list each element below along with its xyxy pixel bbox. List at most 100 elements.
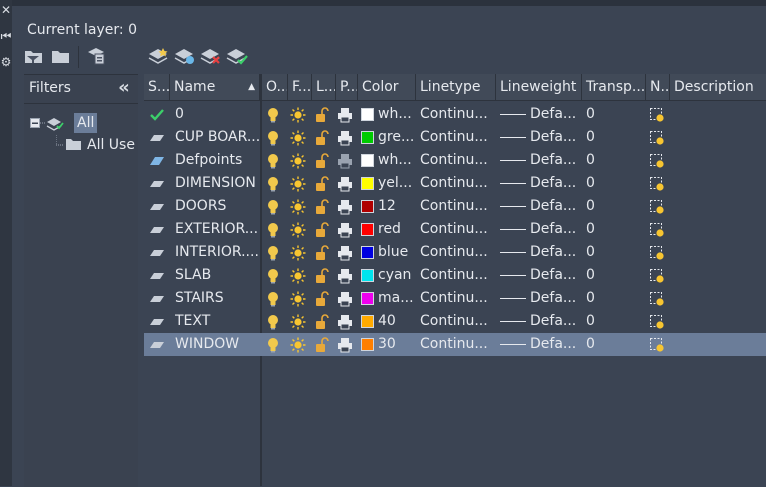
table-row[interactable]: INTERIOR.... blue Continu... Defa... 0 <box>144 241 766 264</box>
layer-color-name[interactable]: red <box>378 218 416 241</box>
lightbulb-on-icon[interactable] <box>265 222 281 238</box>
new-vp-freeze-icon[interactable] <box>649 153 665 169</box>
new-vp-freeze-icon[interactable] <box>649 176 665 192</box>
layer-color-name[interactable]: wh... <box>378 149 416 172</box>
layer-color-name[interactable]: 12 <box>378 195 416 218</box>
unlock-icon[interactable] <box>314 222 330 238</box>
delete-layer-button[interactable] <box>200 46 222 66</box>
lightbulb-on-icon[interactable] <box>265 176 281 192</box>
column-header-freeze[interactable]: F... <box>288 74 312 100</box>
color-swatch[interactable] <box>361 200 374 213</box>
printer-icon[interactable] <box>337 268 353 284</box>
unlock-icon[interactable] <box>314 130 330 146</box>
sun-thaw-icon[interactable] <box>290 291 306 307</box>
layer-linetype[interactable]: Continu... <box>420 149 494 172</box>
color-swatch[interactable] <box>361 292 374 305</box>
unlock-icon[interactable] <box>314 314 330 330</box>
new-vp-freeze-icon[interactable] <box>649 222 665 238</box>
table-row[interactable]: CUP BOAR... gre... Continu... Defa... 0 <box>144 126 766 149</box>
layer-linetype[interactable]: Continu... <box>420 218 494 241</box>
layer-lineweight[interactable]: Defa... <box>530 218 580 241</box>
sun-thaw-icon[interactable] <box>290 337 306 353</box>
color-swatch[interactable] <box>361 154 374 167</box>
layer-linetype[interactable]: Continu... <box>420 103 494 126</box>
printer-disabled-icon[interactable] <box>337 153 353 169</box>
layer-color-name[interactable]: wh... <box>378 103 416 126</box>
new-group-filter-button[interactable] <box>50 46 72 66</box>
layer-transparency[interactable]: 0 <box>586 195 642 218</box>
color-swatch[interactable] <box>361 177 374 190</box>
layer-color-name[interactable]: cyan <box>378 264 416 287</box>
layer-linetype[interactable]: Continu... <box>420 333 494 356</box>
layer-transparency[interactable]: 0 <box>586 126 642 149</box>
layer-name[interactable]: INTERIOR.... <box>175 241 261 264</box>
layer-states-manager-button[interactable] <box>85 46 107 66</box>
table-row[interactable]: DIMENSION yel... Continu... Defa... 0 <box>144 172 766 195</box>
sun-thaw-icon[interactable] <box>290 222 306 238</box>
layer-transparency[interactable]: 0 <box>586 218 642 241</box>
layer-lineweight[interactable]: Defa... <box>530 195 580 218</box>
layer-name[interactable]: EXTERIOR... <box>175 218 261 241</box>
sun-thaw-icon[interactable] <box>290 176 306 192</box>
new-vp-freeze-icon[interactable] <box>649 268 665 284</box>
lightbulb-on-icon[interactable] <box>265 314 281 330</box>
unlock-icon[interactable] <box>314 291 330 307</box>
new-vp-freeze-icon[interactable] <box>649 199 665 215</box>
layer-lineweight[interactable]: Defa... <box>530 310 580 333</box>
column-header-linetype[interactable]: Linetype <box>416 74 496 100</box>
layer-name[interactable]: SLAB <box>175 264 261 287</box>
layer-lineweight[interactable]: Defa... <box>530 172 580 195</box>
color-swatch[interactable] <box>361 246 374 259</box>
new-layer-vp-frozen-button[interactable] <box>174 46 196 66</box>
layer-transparency[interactable]: 0 <box>586 264 642 287</box>
table-row[interactable]: 0 wh... Continu... Defa... 0 <box>144 103 766 126</box>
printer-icon[interactable] <box>337 337 353 353</box>
table-row[interactable]: DOORS 12 Continu... Defa... 0 <box>144 195 766 218</box>
lightbulb-on-icon[interactable] <box>265 245 281 261</box>
sun-thaw-icon[interactable] <box>290 245 306 261</box>
layer-color-name[interactable]: yel... <box>378 172 416 195</box>
layer-linetype[interactable]: Continu... <box>420 241 494 264</box>
column-header-on[interactable]: O... <box>262 74 288 100</box>
layer-transparency[interactable]: 0 <box>586 172 642 195</box>
sun-thaw-icon[interactable] <box>290 268 306 284</box>
sun-thaw-icon[interactable] <box>290 107 306 123</box>
layer-color-name[interactable]: gre... <box>378 126 416 149</box>
color-swatch[interactable] <box>361 338 374 351</box>
layer-color-name[interactable]: blue <box>378 241 416 264</box>
layer-name[interactable]: 0 <box>175 103 261 126</box>
lightbulb-on-icon[interactable] <box>265 291 281 307</box>
column-header-color[interactable]: Color <box>358 74 416 100</box>
layer-lineweight[interactable]: Defa... <box>530 287 580 310</box>
color-swatch[interactable] <box>361 315 374 328</box>
printer-icon[interactable] <box>337 107 353 123</box>
layer-lineweight[interactable]: Defa... <box>530 149 580 172</box>
column-header-newvp[interactable]: N... <box>646 74 670 100</box>
new-vp-freeze-icon[interactable] <box>649 291 665 307</box>
lightbulb-on-icon[interactable] <box>265 268 281 284</box>
unlock-icon[interactable] <box>314 268 330 284</box>
color-swatch[interactable] <box>361 269 374 282</box>
layer-lineweight[interactable]: Defa... <box>530 264 580 287</box>
color-swatch[interactable] <box>361 223 374 236</box>
sun-thaw-icon[interactable] <box>290 199 306 215</box>
layer-color-name[interactable]: 40 <box>378 310 416 333</box>
new-vp-freeze-icon[interactable] <box>649 337 665 353</box>
table-row[interactable]: SLAB cyan Continu... Defa... 0 <box>144 264 766 287</box>
lightbulb-on-icon[interactable] <box>265 199 281 215</box>
sun-thaw-icon[interactable] <box>290 153 306 169</box>
unlock-icon[interactable] <box>314 199 330 215</box>
column-header-transparency[interactable]: Transp... <box>582 74 646 100</box>
unlock-icon[interactable] <box>314 245 330 261</box>
gear-icon[interactable]: ⚙ <box>0 56 12 68</box>
layer-linetype[interactable]: Continu... <box>420 126 494 149</box>
lightbulb-on-icon[interactable] <box>265 107 281 123</box>
lightbulb-on-icon[interactable] <box>265 153 281 169</box>
printer-icon[interactable] <box>337 176 353 192</box>
printer-icon[interactable] <box>337 199 353 215</box>
layer-name[interactable]: Defpoints <box>175 149 261 172</box>
printer-icon[interactable] <box>337 314 353 330</box>
new-vp-freeze-icon[interactable] <box>649 314 665 330</box>
layer-transparency[interactable]: 0 <box>586 333 642 356</box>
table-row[interactable]: WINDOW 30 Continu... Defa... 0 <box>144 333 766 356</box>
